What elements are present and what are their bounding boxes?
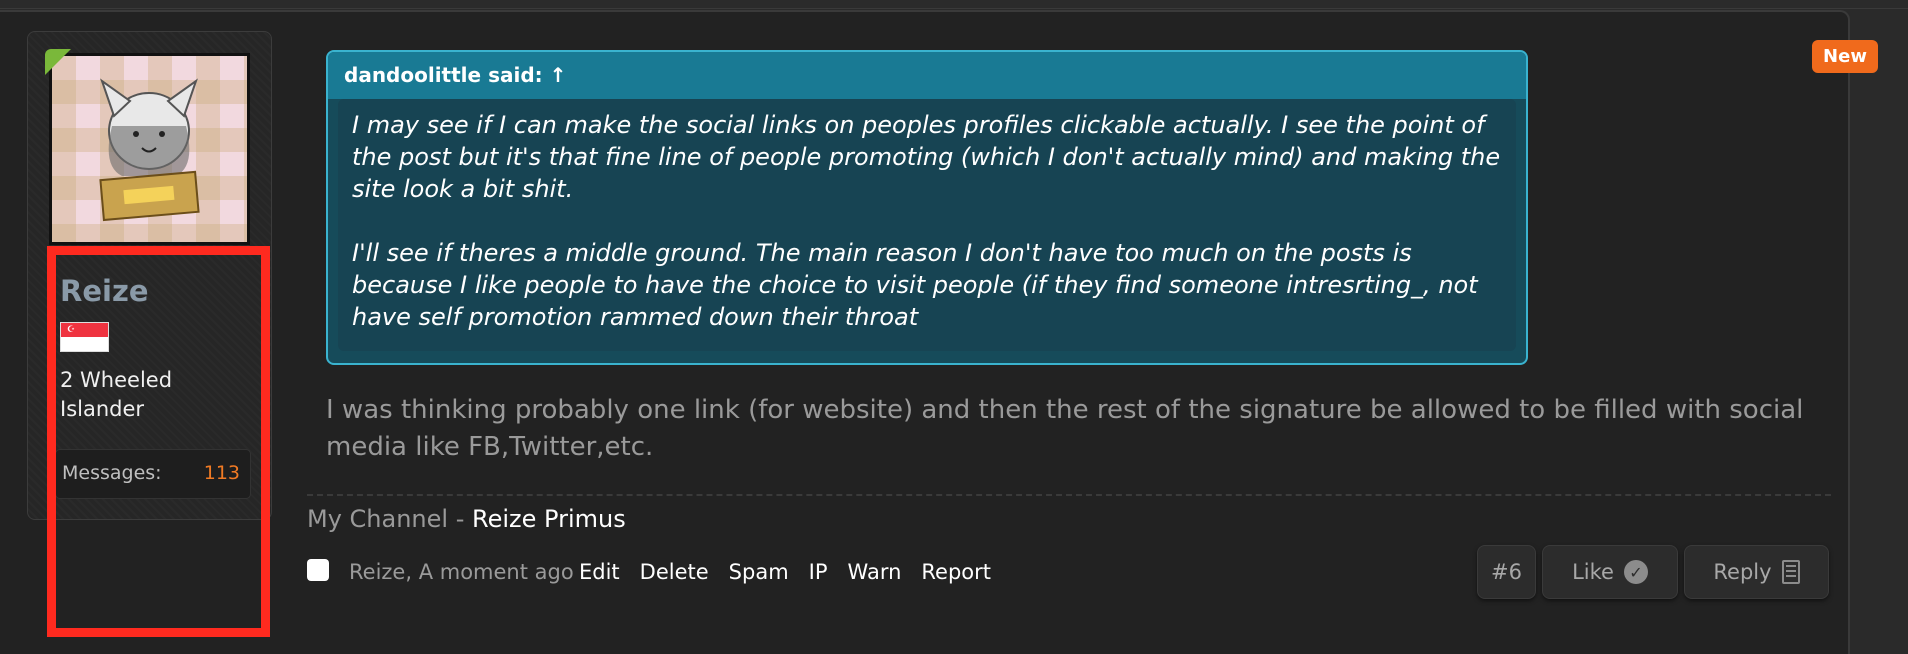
signature-divider xyxy=(307,494,1831,496)
signature-prefix: My Channel - xyxy=(307,505,472,533)
messages-label: Messages: xyxy=(62,462,162,484)
delete-link[interactable]: Delete xyxy=(640,560,709,584)
check-circle-icon: ✓ xyxy=(1623,560,1648,584)
post-actions: Edit Delete Spam IP Warn Report xyxy=(579,560,991,584)
quote-body: I may see if I can make the social links… xyxy=(338,99,1516,351)
quote-paragraph: I may see if I can make the social links… xyxy=(352,111,1501,203)
like-label: Like xyxy=(1572,560,1614,584)
signature-link[interactable]: Reize Primus xyxy=(472,505,626,533)
username[interactable]: Reize xyxy=(60,274,149,308)
online-status-indicator xyxy=(45,49,71,75)
document-icon xyxy=(1781,560,1800,584)
top-border xyxy=(0,0,1908,9)
like-button[interactable]: Like ✓ xyxy=(1542,545,1678,599)
message-body: I was thinking probably one link (for we… xyxy=(326,395,1804,462)
reply-button[interactable]: Reply xyxy=(1684,545,1829,599)
ip-link[interactable]: IP xyxy=(809,560,828,584)
post-number-label: #6 xyxy=(1491,560,1522,584)
quote-attribution[interactable]: dandoolittle said: ↑ xyxy=(328,52,1526,99)
report-link[interactable]: Report xyxy=(921,560,991,584)
quote-paragraph: I'll see if theres a middle ground. The … xyxy=(352,239,1478,331)
signature: My Channel - Reize Primus xyxy=(307,505,626,533)
user-title: 2 Wheeled Islander xyxy=(60,368,173,421)
singapore-flag-icon: ☪ xyxy=(60,322,109,352)
reply-label: Reply xyxy=(1713,560,1772,584)
post-author-time[interactable]: Reize, A moment ago xyxy=(349,560,574,584)
avatar-character-image xyxy=(99,78,200,222)
quote-block: dandoolittle said: ↑ I may see if I can … xyxy=(326,50,1528,365)
user-stats: Messages: 113 xyxy=(55,449,251,499)
new-badge: New xyxy=(1812,40,1878,73)
avatar[interactable] xyxy=(49,53,250,245)
post-number-button[interactable]: #6 xyxy=(1477,545,1536,599)
edit-link[interactable]: Edit xyxy=(579,560,620,584)
warn-link[interactable]: Warn xyxy=(848,560,902,584)
messages-count[interactable]: 113 xyxy=(204,462,240,484)
spam-link[interactable]: Spam xyxy=(729,560,789,584)
select-post-checkbox[interactable] xyxy=(307,559,329,581)
